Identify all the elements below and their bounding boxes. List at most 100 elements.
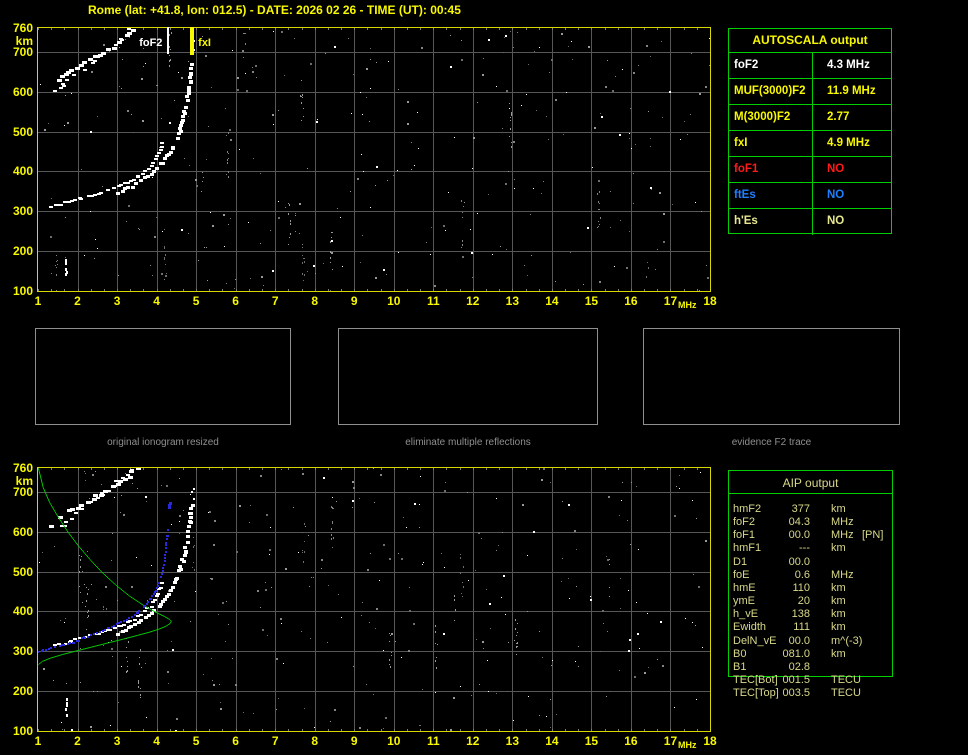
autoscala-row-m3000f2: M(3000)F2 2.77: [729, 105, 891, 131]
bottom-x-tick-9: 9: [350, 734, 358, 748]
autoscala-row-fof1: foF1 NO: [729, 157, 891, 183]
aip-label: B0: [733, 647, 747, 660]
aip-label: B1: [733, 660, 747, 673]
aip-value: 02.8: [788, 660, 810, 673]
main-x-tick-12: 12: [466, 294, 480, 308]
main-x-tick-7: 7: [271, 294, 279, 308]
bottom-x-tick-14: 14: [545, 734, 559, 748]
autoscala-row-label: fxI: [729, 131, 813, 156]
main-x-tick-11: 11: [426, 294, 440, 308]
aip-value: 138: [791, 608, 810, 621]
aip-unit: km: [831, 621, 846, 634]
autoscala-row-muf3000f2: MUF(3000)F2 11.9 MHz: [729, 79, 891, 105]
aip-value: 110: [792, 581, 810, 594]
bottom-x-unit: MHz: [678, 740, 697, 750]
aip-value: 04.3: [788, 516, 810, 529]
aip-extra: [PN]: [862, 529, 884, 542]
aip-unit: km: [831, 503, 846, 515]
bottom-x-tick-7: 7: [271, 734, 279, 748]
main-x-tick-15: 15: [584, 294, 599, 308]
bottom-x-tick-4: 4: [153, 734, 160, 748]
main-ionogram-canvas: [38, 28, 710, 291]
aip-row-delnve: DelN_vE 00.0 m^(-3): [0, 635, 968, 648]
aip-value: 0.6: [794, 568, 810, 581]
aip-row-b0: B0 081.0 km: [0, 648, 968, 661]
aip-unit: km: [831, 608, 846, 621]
aip-unit: TECU: [831, 673, 861, 686]
bottom-x-tick-2: 2: [74, 734, 81, 748]
aip-value: 00.0: [788, 529, 810, 542]
main-x-tick-16: 16: [624, 294, 638, 308]
aip-unit: m^(-3): [831, 634, 863, 647]
bottom-x-tick-11: 11: [426, 734, 440, 748]
bottom-x-tick-10: 10: [387, 734, 401, 748]
aip-row-fof2: foF2 04.3 MHz: [0, 516, 968, 529]
autoscala-row-fof2: foF2 4.3 MHz: [729, 53, 891, 79]
autoscala-row-fxi: fxI 4.9 MHz: [729, 131, 891, 157]
aip-value: 081.0: [782, 647, 810, 660]
autoscala-output-table: AUTOSCALA output foF2 4.3 MHz MUF(3000)F2 1…: [728, 28, 892, 235]
aip-row-tectop: TEC[Top] 003.5 TECU: [0, 687, 968, 700]
autoscala-row-hes: h'Es NO: [729, 209, 891, 235]
aip-row-hmf1: hmF1 --- km: [0, 542, 968, 555]
aip-unit: MHz: [831, 529, 854, 542]
autoscala-row-label: MUF(3000)F2: [729, 79, 813, 104]
aip-value: 001.5: [782, 673, 810, 686]
bottom-x-tick-8: 8: [311, 734, 319, 748]
main-y-tick-760: 760: [12, 21, 33, 35]
aip-row-hmf2: hmF2 377 km: [0, 503, 968, 516]
aip-value: 00.0: [788, 634, 810, 647]
aip-row-fof1: foF1 00.0 MHz [PN]: [0, 529, 968, 542]
aip-row-ewidth: Ewidth 111 km: [0, 621, 968, 634]
autoscala-row-value: 4.3 MHz: [827, 59, 870, 71]
autoscala-row-value: NO: [827, 163, 845, 175]
aip-row-d1: D1 00.0: [0, 556, 968, 569]
main-y-unit: km: [15, 34, 33, 48]
autoscala-row-value: NO: [827, 215, 845, 227]
aip-value: 377: [791, 503, 810, 515]
aip-value: 003.5: [782, 687, 810, 700]
aip-unit: km: [831, 581, 846, 594]
main-y-tick-600: 600: [12, 84, 33, 99]
aip-unit: MHz: [831, 516, 854, 529]
main-x-tick-4: 4: [153, 294, 160, 308]
main-x-unit: MHz: [678, 300, 697, 310]
main-x-tick-1: 1: [34, 294, 42, 308]
main-x-tick-5: 5: [192, 294, 200, 308]
autoscala-row-label: h'Es: [729, 209, 813, 235]
bottom-x-tick-12: 12: [466, 734, 480, 748]
autoscala-app-window: Rome (lat: +41.8, lon: 012.5) - DATE: 20…: [0, 0, 968, 755]
aip-unit: MHz: [831, 568, 854, 581]
main-x-tick-8: 8: [311, 294, 319, 308]
aip-unit: km: [831, 542, 846, 555]
fof2-marker-line: [167, 27, 169, 54]
bottom-x-tick-16: 16: [624, 734, 638, 748]
main-x-tick-2: 2: [74, 294, 81, 308]
main-x-tick-10: 10: [387, 294, 401, 308]
aip-row-hve: h_vE 138 km: [0, 608, 968, 621]
aip-row-yme: ymE 20 km: [0, 595, 968, 608]
aip-label: D1: [733, 555, 748, 568]
bottom-x-tick-6: 6: [232, 734, 239, 748]
station-date-time-title: Rome (lat: +41.8, lon: 012.5) - DATE: 20…: [88, 3, 461, 17]
autoscala-row-value: 2.77: [827, 111, 850, 123]
thumbnail-caption-eliminate: eliminate multiple reflections: [405, 437, 531, 448]
thumbnail-box-0: [35, 328, 291, 425]
main-y-tick-400: 400: [12, 164, 33, 179]
fof2-marker-label: foF2: [139, 37, 163, 49]
autoscala-row-ftes: ftEs NO: [729, 183, 891, 209]
autoscala-row-label: foF1: [729, 157, 813, 182]
main-x-tick-13: 13: [505, 294, 520, 308]
aip-row-foe: foE 0.6 MHz: [0, 569, 968, 582]
main-x-tick-6: 6: [232, 294, 239, 308]
main-x-tick-3: 3: [113, 294, 121, 308]
main-x-tick-18: 18: [703, 294, 717, 308]
autoscala-row-value: 11.9 MHz: [827, 85, 876, 97]
aip-row-tecbot: TEC[Bot] 001.5 TECU: [0, 674, 968, 687]
main-x-tick-9: 9: [350, 294, 358, 308]
bottom-x-tick-13: 13: [505, 734, 520, 748]
autoscala-row-value: 4.9 MHz: [827, 137, 870, 149]
main-y-tick-200: 200: [12, 244, 33, 259]
fxi-marker-line: [190, 27, 194, 55]
autoscala-row-value: NO: [827, 189, 845, 201]
